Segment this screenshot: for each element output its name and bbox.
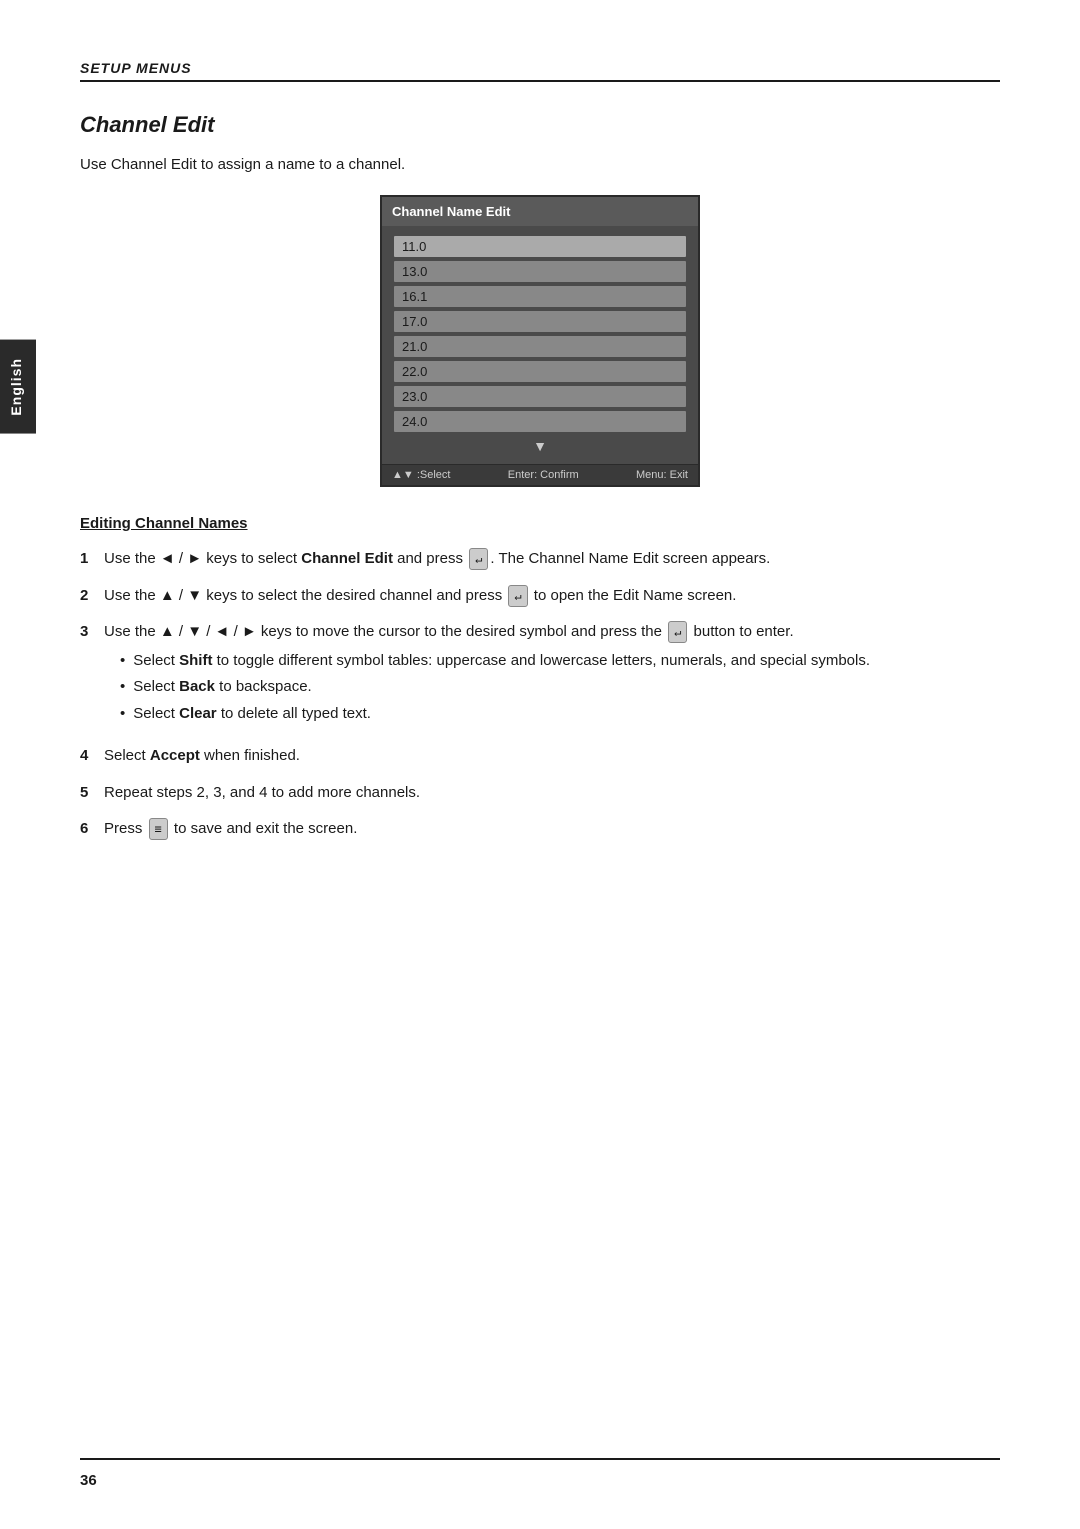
bullet-3-text: Select Clear to delete all typed text. (133, 703, 371, 726)
bullet-2-text: Select Back to backspace. (133, 676, 311, 699)
page-container: English SETUP MENUS Channel Edit Use Cha… (0, 0, 1080, 1529)
step-3-number: 3 (80, 621, 104, 644)
step-1-number: 1 (80, 548, 104, 571)
screen-footer: ▲▼ :Select Enter: Confirm Menu: Exit (382, 464, 698, 485)
step-4-content: Select Accept when finished. (104, 745, 1000, 768)
enter-key-1: ↵ (469, 548, 488, 570)
enter-key-3: ↵ (668, 621, 687, 643)
bottom-area: 36 (0, 1458, 1080, 1489)
step-6-number: 6 (80, 818, 104, 841)
channel-row-7: 23.0 (394, 386, 686, 407)
step-5-number: 5 (80, 782, 104, 805)
bullet-dot-1: • (120, 650, 125, 673)
top-rule-area: SETUP MENUS (0, 0, 1080, 82)
channel-row-3: 16.1 (394, 286, 686, 307)
bullet-3: • Select Clear to delete all typed text. (120, 703, 1000, 726)
channel-row-2: 13.0 (394, 261, 686, 282)
step-2-content: Use the ▲ / ▼ keys to select the desired… (104, 585, 1000, 608)
step-1: 1 Use the ◄ / ► keys to select Channel E… (80, 548, 1000, 571)
step-3: 3 Use the ▲ / ▼ / ◄ / ► keys to move the… (80, 621, 1000, 731)
bullet-dot-3: • (120, 703, 125, 726)
step-5-content: Repeat steps 2, 3, and 4 to add more cha… (104, 782, 1000, 805)
subheading: Editing Channel Names (80, 515, 1000, 532)
bottom-rule (80, 1458, 1000, 1460)
sidebar-label: English (0, 340, 36, 434)
bullet-list: • Select Shift to toggle different symbo… (120, 650, 1000, 726)
bullet-1-text: Select Shift to toggle different symbol … (133, 650, 870, 673)
top-rule (80, 80, 1000, 82)
step-5: 5 Repeat steps 2, 3, and 4 to add more c… (80, 782, 1000, 805)
steps-list: 1 Use the ◄ / ► keys to select Channel E… (80, 548, 1000, 841)
step-1-content: Use the ◄ / ► keys to select Channel Edi… (104, 548, 1000, 571)
screen-header: Channel Name Edit (382, 197, 698, 226)
channel-row-1: 11.0 (394, 236, 686, 257)
screen-body: 11.0 13.0 16.1 17.0 21.0 22.0 23.0 24.0 … (382, 226, 698, 464)
step-2-number: 2 (80, 585, 104, 608)
screen-mockup: Channel Name Edit 11.0 13.0 16.1 17.0 21… (380, 195, 700, 487)
channel-row-5: 21.0 (394, 336, 686, 357)
step-2: 2 Use the ▲ / ▼ keys to select the desir… (80, 585, 1000, 608)
channel-row-4: 17.0 (394, 311, 686, 332)
channel-row-8: 24.0 (394, 411, 686, 432)
step-3-content: Use the ▲ / ▼ / ◄ / ► keys to move the c… (104, 621, 1000, 731)
channel-row-6: 22.0 (394, 361, 686, 382)
bullet-2: • Select Back to backspace. (120, 676, 1000, 699)
screen-mockup-container: Channel Name Edit 11.0 13.0 16.1 17.0 21… (80, 195, 1000, 487)
menu-key-icon: ≡ (149, 818, 168, 840)
footer-exit: Menu: Exit (636, 469, 688, 481)
bullet-dot-2: • (120, 676, 125, 699)
step-4-number: 4 (80, 745, 104, 768)
footer-confirm: Enter: Confirm (508, 469, 579, 481)
main-content: Channel Edit Use Channel Edit to assign … (0, 112, 1080, 841)
down-arrow: ▼ (394, 436, 686, 460)
footer-select: ▲▼ :Select (392, 469, 450, 481)
enter-key-2: ↵ (508, 585, 527, 607)
bullet-1: • Select Shift to toggle different symbo… (120, 650, 1000, 673)
page-number: 36 (80, 1472, 97, 1489)
step-4: 4 Select Accept when finished. (80, 745, 1000, 768)
section-label: SETUP MENUS (80, 60, 1000, 76)
chapter-title: Channel Edit (80, 112, 1000, 138)
step-6: 6 Press ≡ to save and exit the screen. (80, 818, 1000, 841)
step-6-content: Press ≡ to save and exit the screen. (104, 818, 1000, 841)
intro-text: Use Channel Edit to assign a name to a c… (80, 156, 1000, 173)
